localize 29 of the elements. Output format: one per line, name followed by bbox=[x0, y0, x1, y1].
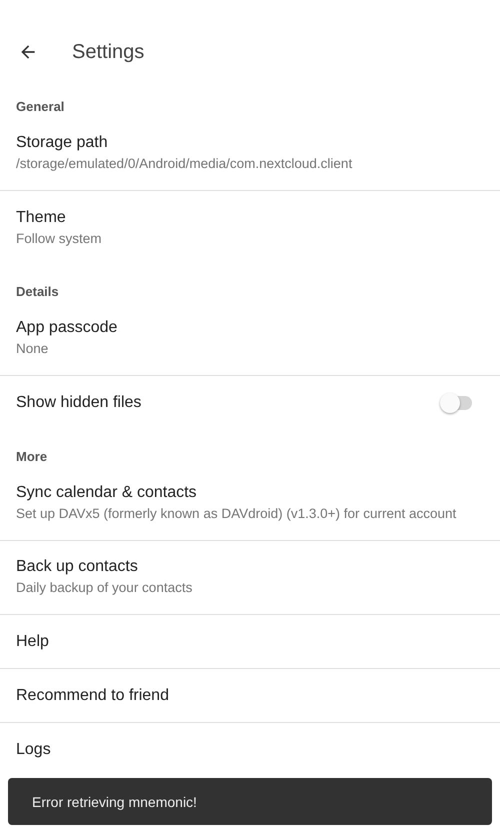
preference-item[interactable]: Storage path /storage/emulated/0/Android/media/com.nextcloud.client bbox=[0, 117, 500, 191]
preference-summary: Set up DAVx5 (formerly known as DAVdroid) (v1.3.0+) for current account bbox=[16, 506, 458, 521]
preference-title: Logs bbox=[16, 741, 52, 759]
toolbar-title: Settings bbox=[72, 40, 144, 64]
preference-summary: Daily backup of your contacts bbox=[16, 580, 194, 595]
section-header: Details bbox=[16, 284, 59, 299]
preference-summary: Follow system bbox=[16, 230, 103, 246]
snackbar-message: Error retrieving mnemonic! bbox=[32, 794, 197, 810]
preference-title: Storage path bbox=[16, 134, 109, 152]
preference-title: Theme bbox=[16, 208, 67, 226]
preference-summary: /storage/emulated/0/Android/media/com.nextcloud.client bbox=[16, 156, 354, 171]
preference-summary: None bbox=[16, 341, 50, 356]
preference-title: Recommend to friend bbox=[16, 686, 170, 704]
preference-title: Show hidden files bbox=[16, 394, 142, 412]
preference-item[interactable]: App passcode None bbox=[0, 302, 500, 376]
preference-item[interactable]: Logs bbox=[0, 723, 500, 777]
preference-item[interactable]: Sync calendar & contacts Set up DAVx5 (formerly known as DAVdroid) (v1.3.0+) for current account bbox=[0, 467, 500, 541]
preference-title: Sync calendar & contacts bbox=[16, 484, 198, 502]
preference-title: App passcode bbox=[16, 319, 118, 337]
preference-title: Help bbox=[16, 632, 50, 650]
preference-item[interactable]: Help bbox=[0, 615, 500, 669]
section-header: General bbox=[16, 99, 64, 114]
preference-title: Back up contacts bbox=[16, 558, 139, 576]
preference-item[interactable]: Recommend to friend bbox=[0, 669, 500, 723]
preference-item[interactable]: Theme Follow system bbox=[0, 191, 500, 265]
preference-item[interactable]: Back up contacts Daily backup of your contacts bbox=[0, 541, 500, 615]
toggle-switch[interactable] bbox=[442, 396, 472, 410]
section-header: More bbox=[16, 449, 48, 464]
switch-item[interactable]: Show hidden files bbox=[0, 376, 500, 430]
